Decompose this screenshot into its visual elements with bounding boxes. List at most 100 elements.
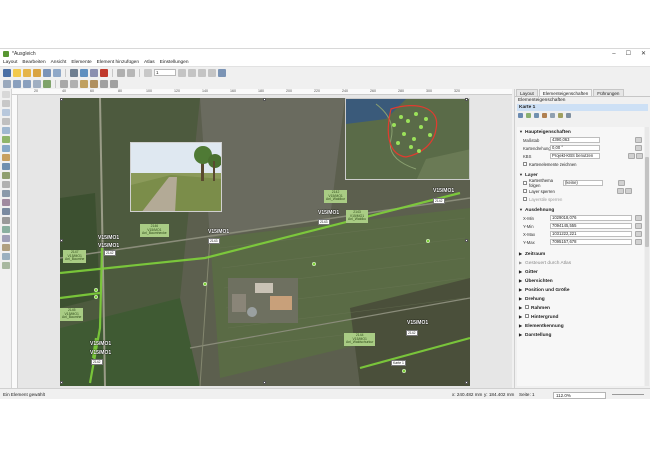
add-arrow-icon[interactable] xyxy=(2,217,10,224)
export-svg-icon[interactable] xyxy=(90,68,98,77)
section-extent[interactable]: ▼ Ausdehnung xyxy=(517,205,644,214)
view-extent-icon[interactable] xyxy=(534,113,539,118)
tab-item-properties[interactable]: Elementeigenschaften xyxy=(538,89,593,96)
section-position-size[interactable]: ▶ Position und Größe xyxy=(517,285,644,294)
selection-handle[interactable] xyxy=(263,381,266,384)
lock-styles-checkbox[interactable] xyxy=(523,197,527,201)
ungroup-items-icon[interactable] xyxy=(90,79,98,88)
clipping-settings-icon[interactable] xyxy=(566,113,571,118)
theme-select[interactable]: (keine) xyxy=(563,180,603,186)
zoom-select[interactable]: 112.0% xyxy=(553,392,606,399)
frame-checkbox[interactable] xyxy=(525,305,529,309)
new-layout-icon[interactable] xyxy=(13,68,21,77)
zoom-slider[interactable] xyxy=(612,394,644,395)
crs-selector-icon[interactable] xyxy=(628,153,635,159)
tab-guides[interactable]: Führungen xyxy=(593,89,624,96)
section-main-properties[interactable]: ▼ Haupteigenschaften xyxy=(517,127,644,136)
refresh-preview-icon[interactable] xyxy=(518,113,523,118)
label-settings-icon[interactable] xyxy=(558,113,563,118)
selection-handle[interactable] xyxy=(263,98,266,101)
ymax-input[interactable]: 7095157,678 xyxy=(550,239,632,245)
add-label-icon[interactable] xyxy=(2,163,10,170)
add-polyline-icon[interactable] xyxy=(2,235,10,242)
add-marker-icon[interactable] xyxy=(2,208,10,215)
selection-handle[interactable] xyxy=(465,381,468,384)
selection-handle[interactable] xyxy=(60,98,63,101)
align-items-icon[interactable] xyxy=(110,79,118,88)
group-items-icon[interactable] xyxy=(80,79,88,88)
ymin-input[interactable]: 7094145,555 xyxy=(550,223,632,229)
selection-handle[interactable] xyxy=(60,381,63,384)
raise-item-icon[interactable] xyxy=(100,79,108,88)
data-defined-override-icon[interactable] xyxy=(618,180,625,186)
section-item-id[interactable]: ▶ Elementkennung xyxy=(517,321,644,330)
lock-items-icon[interactable] xyxy=(60,79,68,88)
data-defined-override-icon[interactable] xyxy=(635,239,642,245)
scale-input[interactable]: 4390,063 xyxy=(550,137,600,143)
atlas-settings-icon[interactable] xyxy=(218,68,226,77)
section-atlas-controlled[interactable]: ▶ Gesteuert durch Atlas xyxy=(517,258,644,267)
data-defined-override-icon[interactable] xyxy=(635,137,642,143)
layout-canvas[interactable]: V15/MO1 V15/MO1 V15/MO1 V15/MO1 V15/MO1 … xyxy=(18,95,512,388)
layout-page[interactable]: V15/MO1 V15/MO1 V15/MO1 V15/MO1 V15/MO1 … xyxy=(60,98,470,386)
menu-atlas[interactable]: Atlas xyxy=(144,60,155,65)
menu-layout[interactable]: Layout xyxy=(3,60,17,65)
zoom-in-icon[interactable] xyxy=(13,79,21,88)
add-north-arrow-icon[interactable] xyxy=(2,190,10,197)
menu-settings[interactable]: Einstellungen xyxy=(160,60,189,65)
next-feature-icon[interactable] xyxy=(198,68,206,77)
data-defined-override-icon[interactable] xyxy=(635,215,642,221)
duplicate-layout-icon[interactable] xyxy=(23,68,31,77)
add-scalebar-icon[interactable] xyxy=(2,181,10,188)
layout-manager-icon[interactable] xyxy=(43,68,51,77)
data-defined-override-icon[interactable] xyxy=(624,188,632,194)
section-grid[interactable]: ▶ Gitter xyxy=(517,267,644,276)
center-on-feature-icon[interactable] xyxy=(542,113,547,118)
select-move-icon[interactable] xyxy=(2,109,10,116)
background-checkbox[interactable] xyxy=(525,314,529,318)
xmin-input[interactable]: 1029018,076 xyxy=(550,215,632,221)
scrollbar-thumb[interactable] xyxy=(645,157,649,247)
properties-scrollbar[interactable] xyxy=(645,127,649,386)
section-background[interactable]: ▶ Hintergrund xyxy=(517,312,644,321)
print-icon[interactable] xyxy=(70,68,78,77)
add-map-icon[interactable] xyxy=(2,136,10,143)
refresh-icon[interactable] xyxy=(43,79,51,88)
rotation-input[interactable]: 0,00 ° xyxy=(550,145,600,151)
menu-edit[interactable]: Bearbeiten xyxy=(22,60,45,65)
zoom-out-icon[interactable] xyxy=(23,79,31,88)
pan-icon[interactable] xyxy=(2,91,10,98)
add-legend-icon[interactable] xyxy=(2,172,10,179)
data-defined-override-icon[interactable] xyxy=(635,231,642,237)
xmax-input[interactable]: 1031222,221 xyxy=(550,231,632,237)
save-icon[interactable] xyxy=(3,68,11,77)
selection-handle[interactable] xyxy=(465,239,468,242)
add-pages-icon[interactable] xyxy=(53,68,61,77)
export-image-icon[interactable] xyxy=(80,68,88,77)
overview-map[interactable] xyxy=(345,98,470,180)
section-overviews[interactable]: ▶ Übersichten xyxy=(517,276,644,285)
atlas-toggle-icon[interactable] xyxy=(144,68,152,77)
add-picture-icon[interactable] xyxy=(2,154,10,161)
undo-icon[interactable] xyxy=(117,68,125,77)
add-html-icon[interactable] xyxy=(2,244,10,251)
section-temporal[interactable]: ▶ Zeitraum xyxy=(517,249,644,258)
atlas-page-select[interactable]: 1 xyxy=(154,69,176,76)
crs-select[interactable]: Projekt-KBS benutzen xyxy=(550,153,600,159)
properties-scroll-area[interactable]: ▼ Haupteigenschaften Maßstab 4390,063 Kar… xyxy=(517,127,644,386)
set-extent-icon[interactable] xyxy=(526,113,531,118)
bookmark-icon[interactable] xyxy=(550,113,555,118)
unlock-items-icon[interactable] xyxy=(70,79,78,88)
close-button[interactable]: ✕ xyxy=(641,50,646,57)
open-folder-icon[interactable] xyxy=(33,68,41,77)
edit-nodes-icon[interactable] xyxy=(2,127,10,134)
lock-layers-checkbox[interactable] xyxy=(523,189,527,193)
section-rotation[interactable]: ▶ Drehung xyxy=(517,294,644,303)
add-polygon-icon[interactable] xyxy=(2,226,10,233)
add-shape-icon[interactable] xyxy=(2,199,10,206)
redo-icon[interactable] xyxy=(127,68,135,77)
add-fixed-table-icon[interactable] xyxy=(2,262,10,269)
export-pdf-icon[interactable] xyxy=(100,68,108,77)
minimize-button[interactable]: – xyxy=(612,51,615,57)
section-frame[interactable]: ▶ Rahmen xyxy=(517,303,644,312)
